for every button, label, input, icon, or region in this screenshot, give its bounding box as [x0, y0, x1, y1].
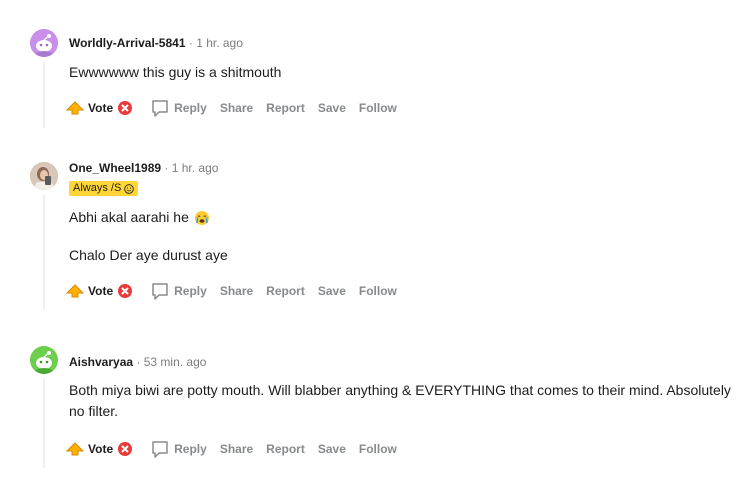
comment-meta: Aishvaryaa · 53 min. ago: [69, 355, 206, 369]
vote-label: Vote: [88, 101, 114, 115]
follow-button[interactable]: Follow: [359, 442, 397, 456]
timestamp[interactable]: 1 hr. ago: [172, 161, 219, 175]
follow-label: Follow: [358, 101, 397, 115]
reply-label: Reply: [174, 101, 207, 115]
user-flair: Always /S: [69, 181, 139, 196]
reply-button[interactable]: Reply: [150, 439, 207, 459]
report-button[interactable]: Report: [266, 101, 305, 115]
comment-actions: Vote Reply Share Report Save Follow: [66, 438, 410, 460]
username[interactable]: One_Wheel1989: [69, 161, 161, 175]
thread-line[interactable]: [43, 378, 45, 468]
share-label: Share: [219, 101, 254, 115]
username[interactable]: Aishvaryaa: [69, 355, 133, 369]
snoo-avatar-icon: [30, 29, 58, 57]
comment-body: Ewwwwww this guy is a shitmouth: [69, 62, 749, 83]
follow-button[interactable]: Follow: [359, 284, 397, 298]
timestamp[interactable]: 1 hr. ago: [196, 36, 243, 50]
vote-label: Vote: [88, 284, 114, 298]
comment-bubble-icon: [150, 281, 170, 301]
save-button[interactable]: Save: [318, 284, 346, 298]
upvote-icon[interactable]: [66, 101, 84, 115]
comment-body: Both miya biwi are potty mouth. Will bla…: [69, 380, 749, 422]
reply-button[interactable]: Reply: [150, 281, 207, 301]
share-button[interactable]: Share: [220, 284, 253, 298]
report-label: Report: [266, 284, 305, 298]
vote-button[interactable]: Vote: [66, 441, 133, 457]
save-label: Save: [317, 101, 346, 115]
follow-button[interactable]: Follow: [359, 101, 397, 115]
smile-emoji-icon: [124, 183, 135, 194]
follow-label: Follow: [358, 442, 397, 456]
share-button[interactable]: Share: [220, 101, 253, 115]
comment-bubble-icon: [150, 439, 170, 459]
reply-button[interactable]: Reply: [150, 98, 207, 118]
report-button[interactable]: Report: [266, 284, 305, 298]
comment-meta: Worldly-Arrival-5841 · 1 hr. ago: [69, 36, 243, 50]
share-label: Share: [219, 284, 254, 298]
meta-separator: ·: [188, 36, 193, 50]
comment-text: Chalo Der aye durust aye: [69, 247, 228, 263]
report-button[interactable]: Report: [266, 442, 305, 456]
comment-text: Ewwwwww this guy is a shitmouth: [69, 64, 282, 80]
comment-bubble-icon: [150, 98, 170, 118]
upvote-icon[interactable]: [66, 442, 84, 456]
share-label: Share: [219, 442, 254, 456]
upvote-icon[interactable]: [66, 284, 84, 298]
vote-button[interactable]: Vote: [66, 283, 133, 299]
downvote-icon[interactable]: [117, 441, 133, 457]
crying-emoji-icon: [194, 210, 210, 226]
comment-text: Abhi akal aarahi he: [69, 209, 189, 225]
downvote-icon[interactable]: [117, 100, 133, 116]
profile-photo-icon: [30, 162, 58, 190]
comment-actions: Vote Reply Share Report Save Follow: [66, 97, 410, 119]
snoo-avatar-icon: [30, 346, 58, 374]
vote-label: Vote: [88, 442, 114, 456]
avatar[interactable]: [30, 29, 58, 57]
thread-line[interactable]: [43, 195, 45, 310]
save-label: Save: [317, 284, 346, 298]
meta-separator: ·: [136, 355, 141, 369]
save-button[interactable]: Save: [318, 442, 346, 456]
vote-button[interactable]: Vote: [66, 100, 133, 116]
share-button[interactable]: Share: [220, 442, 253, 456]
comment-meta: One_Wheel1989 · 1 hr. ago: [69, 161, 218, 175]
report-label: Report: [266, 442, 305, 456]
downvote-icon[interactable]: [117, 283, 133, 299]
report-label: Report: [266, 101, 305, 115]
comment-text: Both miya biwi are potty mouth. Will bla…: [69, 382, 731, 419]
timestamp[interactable]: 53 min. ago: [144, 355, 207, 369]
reply-label: Reply: [174, 284, 207, 298]
save-button[interactable]: Save: [318, 101, 346, 115]
comment-body: Abhi akal aarahi he Chalo Der aye durust…: [69, 207, 749, 266]
thread-line[interactable]: [43, 62, 45, 128]
avatar[interactable]: [30, 346, 58, 374]
username[interactable]: Worldly-Arrival-5841: [69, 36, 186, 50]
save-label: Save: [317, 442, 346, 456]
comment-text-line-1: Abhi akal aarahi he: [69, 207, 749, 228]
flair-text: Always /S: [73, 182, 122, 194]
follow-label: Follow: [358, 284, 397, 298]
avatar[interactable]: [30, 162, 58, 190]
comment-actions: Vote Reply Share Report Save Follow: [66, 280, 410, 302]
reply-label: Reply: [174, 442, 207, 456]
meta-separator: ·: [164, 161, 169, 175]
